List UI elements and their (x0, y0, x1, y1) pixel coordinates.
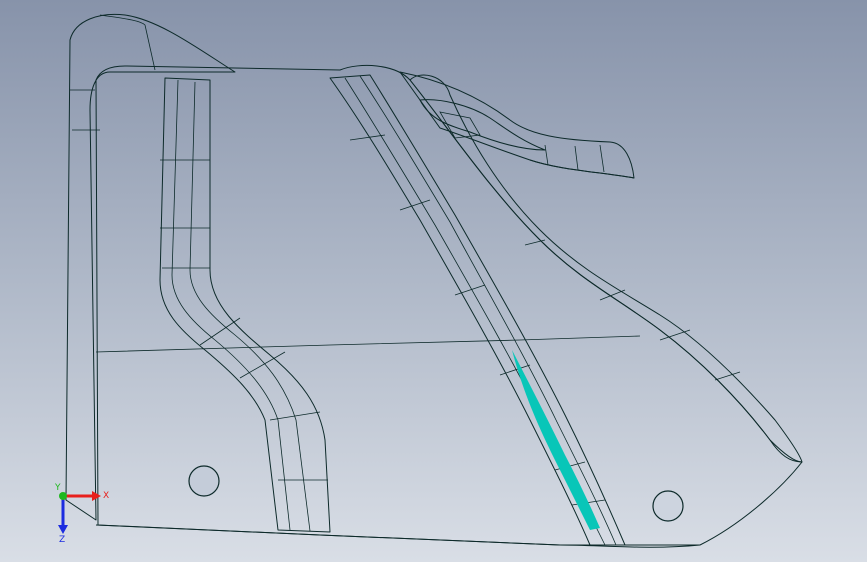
z-axis-arrow-icon (58, 525, 68, 534)
axis-triad[interactable]: X Y Z (54, 483, 109, 545)
y-axis-label: Y (54, 483, 61, 493)
right-flange (409, 74, 803, 463)
y-axis-icon (59, 492, 67, 500)
bottom-edge (95, 524, 700, 546)
right-rib (329, 74, 626, 546)
hook-tab (399, 71, 635, 179)
tangent-edge (95, 335, 641, 353)
x-axis-arrow-icon (92, 491, 101, 501)
sheet-metal-part-model[interactable]: X Y Z (0, 0, 867, 562)
x-axis-label: X (103, 491, 109, 501)
cad-viewport[interactable]: X Y Z (0, 0, 867, 562)
mounting-hole-right[interactable] (652, 490, 684, 522)
mounting-hole-left[interactable] (188, 465, 220, 497)
left-rib (159, 77, 331, 533)
z-axis-label: Z (59, 535, 65, 545)
